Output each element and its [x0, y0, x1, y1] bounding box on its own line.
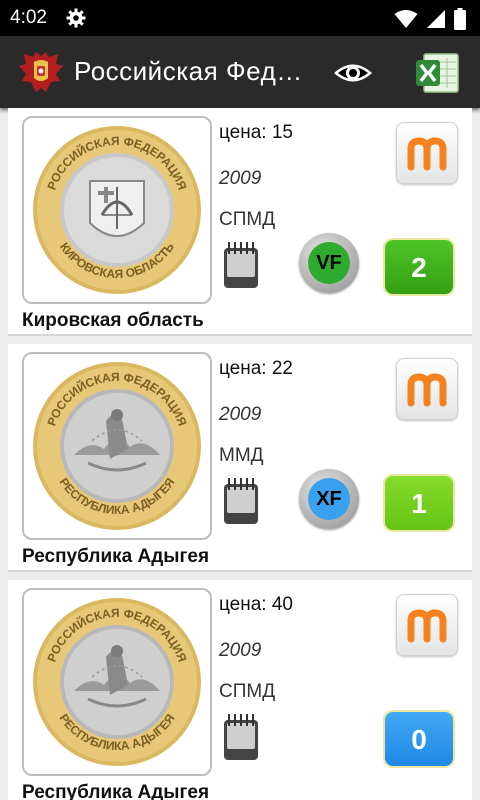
- year-label: 2009: [219, 404, 262, 425]
- wifi-icon: [394, 9, 418, 34]
- grade-label: VF: [308, 242, 350, 284]
- m-logo-icon: [407, 609, 447, 643]
- m-logo-icon: [407, 373, 447, 407]
- grade-label: XF: [308, 478, 350, 520]
- price-label: цена: 15: [219, 122, 293, 143]
- excel-icon[interactable]: [416, 52, 460, 94]
- grade-badge[interactable]: XF: [299, 469, 359, 529]
- eye-icon[interactable]: [332, 58, 374, 88]
- status-bar: 4:02: [0, 0, 480, 36]
- marketplace-button[interactable]: [396, 122, 458, 184]
- quantity-badge[interactable]: 2: [383, 238, 455, 296]
- m-logo-icon: [407, 137, 447, 171]
- coin-name: Республика Адыгея: [22, 546, 210, 567]
- mint-label: СПМД: [219, 209, 276, 230]
- page-title: Российская Фед…: [74, 56, 303, 86]
- marketplace-button[interactable]: [396, 358, 458, 420]
- coin-image-frame[interactable]: РОССИЙСКАЯ ФЕДЕРАЦИЯ РЕСПУБЛИКА АДЫГЕЯ: [22, 352, 212, 540]
- coin-card[interactable]: РОССИЙСКАЯ ФЕДЕРАЦИЯ КИРОВСКАЯ ОБЛАСТЬ ц…: [8, 108, 472, 336]
- coin-card[interactable]: РОССИЙСКАЯ ФЕДЕРАЦИЯ РЕСПУБЛИКА АДЫГЕЯ ц…: [8, 580, 472, 800]
- notebook-icon[interactable]: [222, 240, 260, 290]
- price-label: цена: 22: [219, 358, 293, 379]
- emblem-icon: [16, 48, 66, 98]
- coin-image-adygea: РОССИЙСКАЯ ФЕДЕРАЦИЯ РЕСПУБЛИКА АДЫГЕЯ: [33, 362, 201, 530]
- coin-list[interactable]: РОССИЙСКАЯ ФЕДЕРАЦИЯ КИРОВСКАЯ ОБЛАСТЬ ц…: [0, 108, 480, 800]
- gear-icon: [66, 8, 86, 33]
- coin-image-adygea: РОССИЙСКАЯ ФЕДЕРАЦИЯ РЕСПУБЛИКА АДЫГЕЯ: [33, 598, 201, 766]
- mint-label: СПМД: [219, 681, 276, 702]
- coin-card[interactable]: РОССИЙСКАЯ ФЕДЕРАЦИЯ РЕСПУБЛИКА АДЫГЕЯ ц…: [8, 344, 472, 572]
- coin-image-frame[interactable]: РОССИЙСКАЯ ФЕДЕРАЦИЯ КИРОВСКАЯ ОБЛАСТЬ: [22, 116, 212, 304]
- coin-image-frame[interactable]: РОССИЙСКАЯ ФЕДЕРАЦИЯ РЕСПУБЛИКА АДЫГЕЯ: [22, 588, 212, 776]
- coin-name: Республика Адыгея: [22, 782, 210, 800]
- quantity-badge[interactable]: 0: [383, 710, 455, 768]
- year-label: 2009: [219, 640, 262, 661]
- coin-name: Кировская область: [22, 310, 204, 331]
- year-label: 2009: [219, 168, 262, 189]
- grade-badge[interactable]: VF: [299, 233, 359, 293]
- notebook-icon[interactable]: [222, 476, 260, 526]
- notebook-icon[interactable]: [222, 712, 260, 762]
- app-bar: Российская Фед…: [0, 36, 480, 108]
- quantity-badge[interactable]: 1: [383, 474, 455, 532]
- signal-icon: [426, 9, 446, 34]
- coin-image-kirov: РОССИЙСКАЯ ФЕДЕРАЦИЯ КИРОВСКАЯ ОБЛАСТЬ: [33, 126, 201, 294]
- price-label: цена: 40: [219, 594, 293, 615]
- marketplace-button[interactable]: [396, 594, 458, 656]
- mint-label: ММД: [219, 445, 264, 466]
- clock: 4:02: [10, 7, 47, 28]
- battery-icon: [454, 8, 466, 35]
